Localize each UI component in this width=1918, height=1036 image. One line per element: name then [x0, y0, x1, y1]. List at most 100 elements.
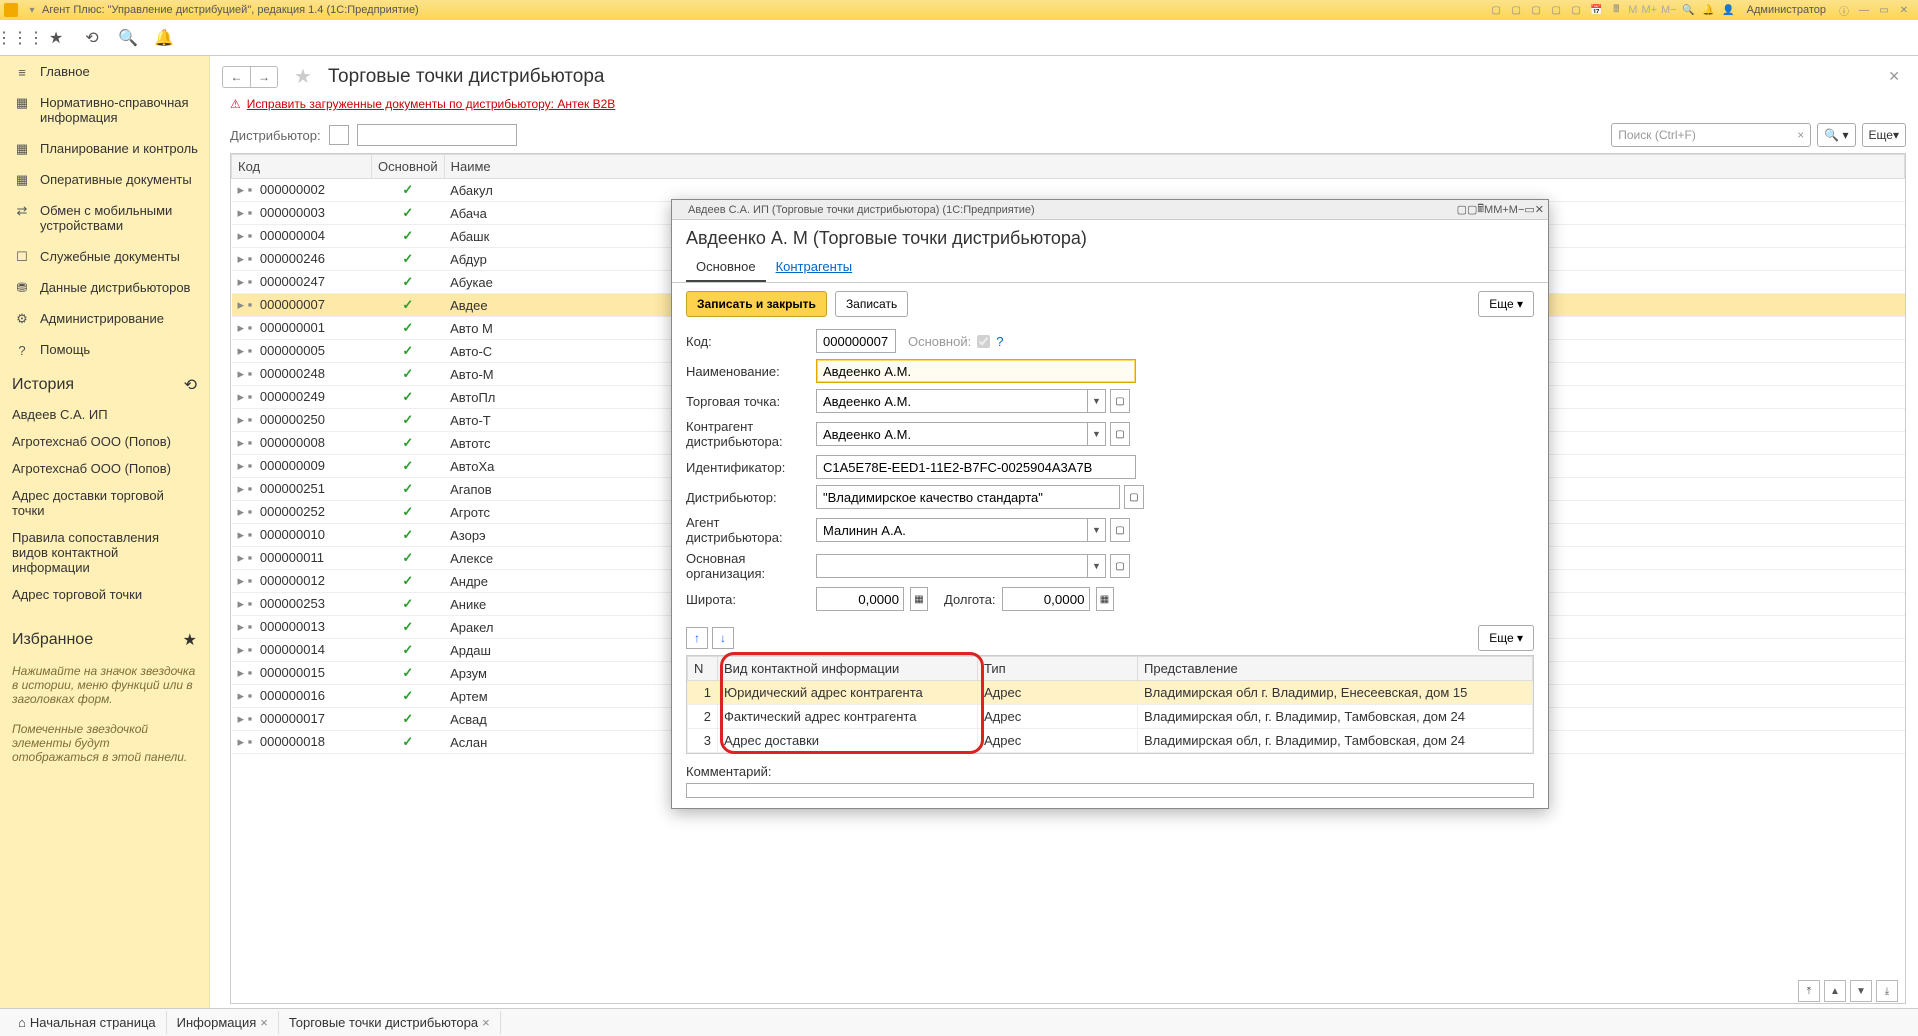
open-button[interactable]: ▢	[1110, 518, 1130, 542]
dist-combo[interactable]	[816, 485, 1120, 509]
m-label[interactable]: M	[1628, 4, 1637, 16]
contact-grid[interactable]: N Вид контактной информации Тип Представ…	[687, 656, 1533, 753]
col-name[interactable]: Наиме	[444, 155, 1904, 179]
distributor-filter-checkbox[interactable]	[329, 125, 349, 145]
dialog-icon[interactable]: ▢	[1457, 203, 1467, 216]
bottom-tab[interactable]: Торговые точки дистрибьютора ×	[279, 1011, 501, 1034]
sidebar-item[interactable]: ⚙Администрирование	[0, 303, 209, 334]
scroll-down-button[interactable]: ▼	[1850, 980, 1872, 1002]
sidebar-item[interactable]: ☐Служебные документы	[0, 241, 209, 272]
expander-icon[interactable]: ▸ ▪	[238, 734, 253, 749]
dialog-restore-icon[interactable]: ▭	[1524, 203, 1534, 216]
tab-close-icon[interactable]: ×	[482, 1015, 490, 1030]
titlebar-icon[interactable]: ▢	[1528, 2, 1544, 18]
dialog-calc-icon[interactable]: 🖩	[1477, 200, 1484, 219]
open-button[interactable]: ▢	[1110, 422, 1130, 446]
expander-icon[interactable]: ▸ ▪	[238, 251, 253, 266]
search-input[interactable]: Поиск (Ctrl+F) ×	[1611, 123, 1811, 147]
expander-icon[interactable]: ▸ ▪	[238, 412, 253, 427]
expander-icon[interactable]: ▸ ▪	[238, 527, 253, 542]
expander-icon[interactable]: ▸ ▪	[238, 504, 253, 519]
expander-icon[interactable]: ▸ ▪	[238, 366, 253, 381]
col-code[interactable]: Код	[232, 155, 372, 179]
scroll-up-button[interactable]: ▲	[1824, 980, 1846, 1002]
comment-textarea[interactable]	[686, 783, 1534, 798]
id-input[interactable]	[816, 455, 1136, 479]
expander-icon[interactable]: ▸ ▪	[238, 389, 253, 404]
dcol-n[interactable]: N	[688, 657, 718, 681]
search-icon[interactable]: 🔍	[1681, 2, 1697, 18]
move-down-button[interactable]: ↓	[712, 627, 734, 649]
dialog-icon[interactable]: ▢	[1467, 203, 1477, 216]
nav-back-button[interactable]: ←	[222, 66, 250, 88]
expander-icon[interactable]: ▸ ▪	[238, 642, 253, 657]
bottom-tab[interactable]: ⌂ Начальная страница	[8, 1011, 167, 1034]
close-icon[interactable]: ✕	[1896, 2, 1912, 18]
search-button[interactable]: 🔍 ▾	[1817, 123, 1855, 147]
titlebar-icon[interactable]: ▢	[1568, 2, 1584, 18]
org-combo[interactable]: ▼	[816, 554, 1106, 578]
search-icon[interactable]: 🔍	[116, 26, 140, 50]
nav-forward-button[interactable]: →	[250, 66, 278, 88]
chevron-down-icon[interactable]: ▼	[1087, 423, 1105, 445]
dist-input[interactable]	[817, 486, 1119, 508]
bell-icon[interactable]: 🔔	[1701, 2, 1717, 18]
tab-close-icon[interactable]: ×	[260, 1015, 268, 1030]
grid-more-button[interactable]: Еще ▾	[1478, 625, 1534, 651]
sidebar-item[interactable]: ≡Главное	[0, 56, 209, 87]
open-button[interactable]: ▢	[1110, 554, 1130, 578]
m-plus-label[interactable]: M+	[1641, 4, 1657, 16]
history-item[interactable]: Правила сопоставления видов контактной и…	[0, 524, 209, 581]
name-input[interactable]	[816, 359, 1136, 383]
lat-input[interactable]	[816, 587, 904, 611]
titlebar-icon[interactable]: ▢	[1508, 2, 1524, 18]
org-input[interactable]	[817, 555, 1087, 577]
calendar-icon[interactable]: 📅	[1588, 2, 1604, 18]
search-clear-icon[interactable]: ×	[1797, 128, 1804, 142]
dcol-type[interactable]: Тип	[978, 657, 1138, 681]
scroll-top-button[interactable]: ⤒	[1798, 980, 1820, 1002]
history-clock-icon[interactable]: ⟲	[184, 375, 197, 395]
expander-icon[interactable]: ▸ ▪	[238, 435, 253, 450]
save-and-close-button[interactable]: Записать и закрыть	[686, 291, 827, 317]
info-icon[interactable]: ⓘ	[1836, 2, 1852, 18]
expander-icon[interactable]: ▸ ▪	[238, 481, 253, 496]
expander-icon[interactable]: ▸ ▪	[238, 182, 253, 197]
contact-row[interactable]: 2Фактический адрес контрагентаАдресВлади…	[688, 705, 1533, 729]
dialog-more-button[interactable]: Еще ▾	[1478, 291, 1534, 317]
dropdown-icon[interactable]: ▾	[24, 2, 40, 18]
col-main[interactable]: Основной	[372, 155, 445, 179]
code-input[interactable]	[816, 329, 896, 353]
history-icon[interactable]: ⟲	[80, 26, 104, 50]
warning-link[interactable]: Исправить загруженные документы по дистр…	[247, 97, 616, 111]
chevron-down-icon[interactable]: ▼	[1087, 519, 1105, 541]
apps-icon[interactable]: ⋮⋮⋮	[8, 26, 32, 50]
sidebar-item[interactable]: ⛃Данные дистрибьюторов	[0, 272, 209, 303]
contr-combo[interactable]: ▼	[816, 422, 1106, 446]
agent-input[interactable]	[817, 519, 1087, 541]
history-item[interactable]: Агротехснаб ООО (Попов)	[0, 455, 209, 482]
stepper-icon[interactable]: ▦	[910, 587, 928, 611]
sidebar-item[interactable]: ▦Планирование и контроль	[0, 133, 209, 164]
contact-row[interactable]: 1Юридический адрес контрагентаАдресВлади…	[688, 681, 1533, 705]
save-button[interactable]: Записать	[835, 291, 908, 317]
tp-combo[interactable]: ▼	[816, 389, 1106, 413]
expander-icon[interactable]: ▸ ▪	[238, 343, 253, 358]
m-label[interactable]: M	[1484, 204, 1493, 216]
agent-combo[interactable]: ▼	[816, 518, 1106, 542]
sidebar-item[interactable]: ▦Оперативные документы	[0, 164, 209, 195]
maximize-icon[interactable]: ▭	[1876, 2, 1892, 18]
titlebar-icon[interactable]: ▢	[1488, 2, 1504, 18]
minimize-icon[interactable]: —	[1856, 2, 1872, 18]
titlebar-icon[interactable]: ▢	[1548, 2, 1564, 18]
stepper-icon[interactable]: ▦	[1096, 587, 1114, 611]
move-up-button[interactable]: ↑	[686, 627, 708, 649]
admin-label[interactable]: Администратор	[1747, 4, 1826, 16]
expander-icon[interactable]: ▸ ▪	[238, 596, 253, 611]
chevron-down-icon[interactable]: ▼	[1087, 390, 1105, 412]
open-button[interactable]: ▢	[1110, 389, 1130, 413]
lon-input[interactable]	[1002, 587, 1090, 611]
star-icon[interactable]: ★	[44, 26, 68, 50]
more-button[interactable]: Еще ▾	[1862, 123, 1906, 147]
contr-input[interactable]	[817, 423, 1087, 445]
